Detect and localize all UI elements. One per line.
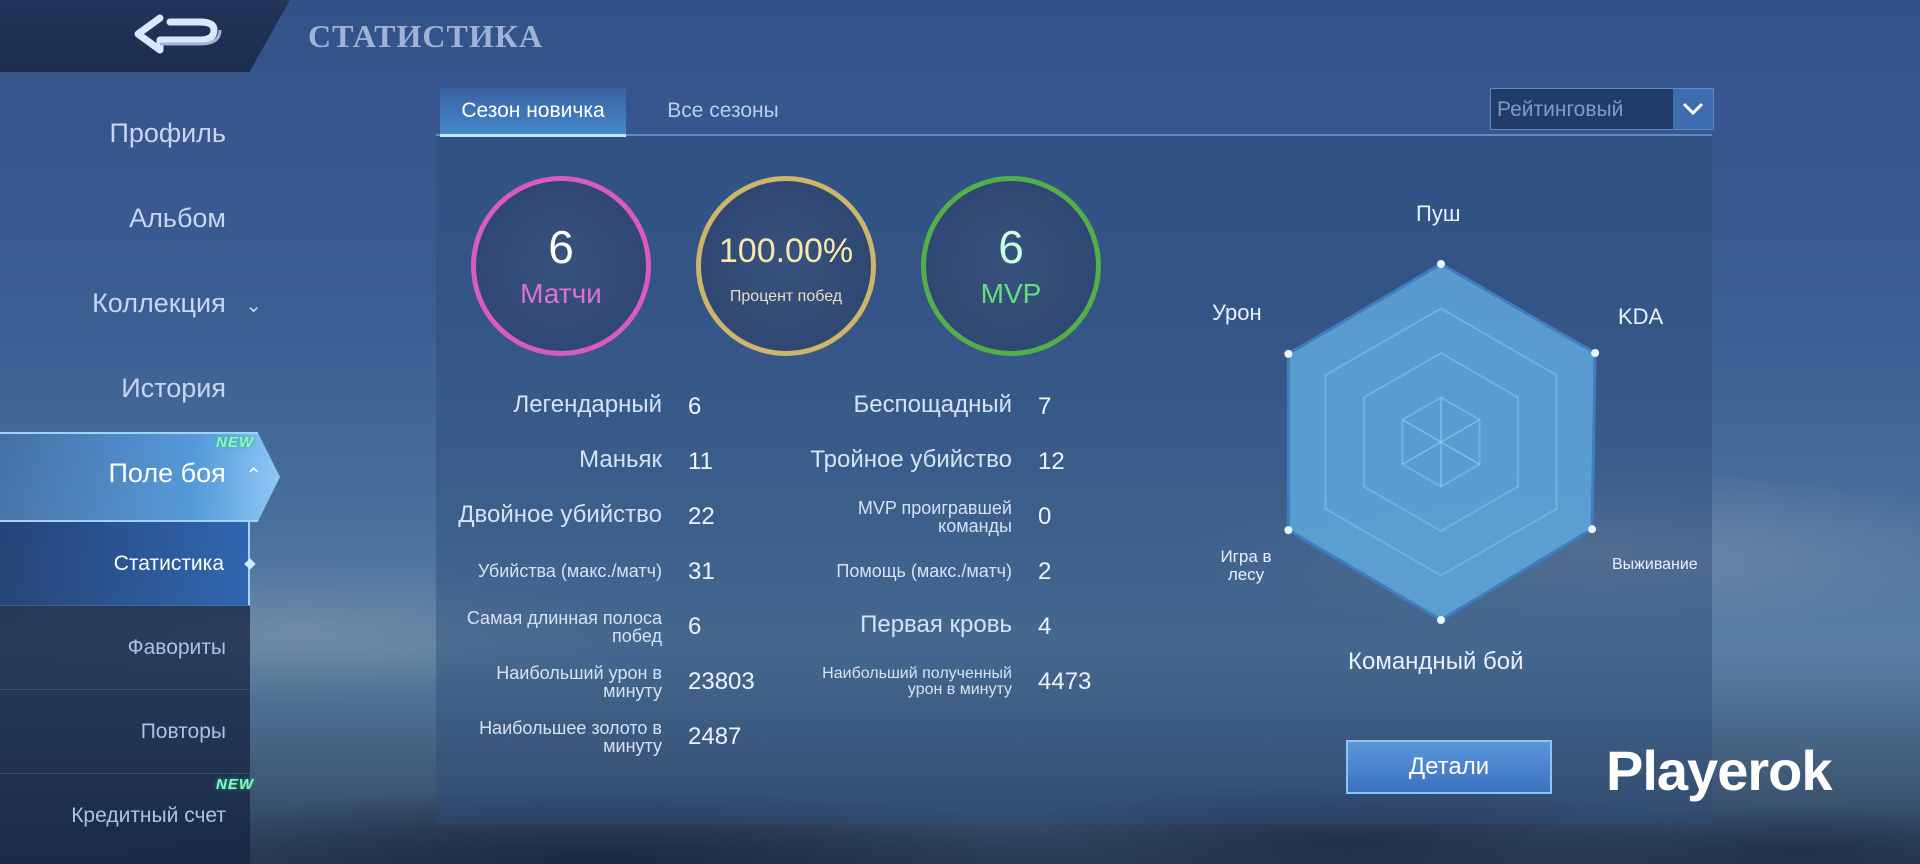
sidebar-item-label: Альбом: [129, 203, 226, 233]
sidebar-item-profile[interactable]: Профиль: [109, 118, 226, 149]
sidebar-item-label: Поле боя: [108, 458, 226, 488]
stat-value-max-gold: 2487: [688, 723, 742, 750]
back-arrow-icon[interactable]: [130, 10, 230, 62]
stat-value-max-assists: 2: [1038, 558, 1052, 585]
stat-value-legendary: 6: [688, 393, 702, 420]
radar-label-survival: Выживание: [1612, 556, 1698, 573]
sidebar-item-history[interactable]: История: [121, 373, 226, 404]
stat-label-win-streak: Самая длинная полоса побед: [466, 608, 662, 646]
mvp-ring: 6 MVP: [921, 176, 1101, 356]
sidebar-subitem-favorites[interactable]: Фавориты: [0, 606, 250, 690]
matches-value: 6: [548, 221, 574, 273]
tab-rookie-season[interactable]: Сезон новичка: [440, 88, 626, 137]
stat-label-double-kill: Двойное убийство: [458, 501, 662, 528]
radar-point: [1284, 349, 1293, 358]
stat-value-losing-mvp: 0: [1038, 503, 1052, 530]
matches-label: Матчи: [520, 278, 602, 309]
chevron-up-icon: ⌃: [245, 465, 262, 487]
stat-label-max-gold: Наибольшее золото в минуту: [479, 718, 662, 756]
tab-label: Сезон новичка: [461, 99, 605, 122]
sidebar-item-battlefield[interactable]: Поле боя ⌃: [109, 458, 262, 489]
tab-all-seasons[interactable]: Все сезоны: [640, 88, 806, 134]
radar-point: [1437, 616, 1445, 624]
stat-label-losing-mvp: MVP проигравшей команды: [857, 498, 1012, 536]
stat-label-savage: Беспощадный: [853, 391, 1012, 418]
mode-select-value: Рейтинговый: [1497, 98, 1624, 121]
mvp-value: 6: [998, 221, 1024, 273]
winrate-ring: 100.00% Процент побед: [696, 176, 876, 356]
stat-label-max-damage-taken: Наибольший полученный урон в минуту: [822, 665, 1012, 698]
new-badge: NEW: [216, 776, 254, 793]
winrate-label: Процент побед: [729, 288, 843, 305]
sidebar-item-collection[interactable]: Коллекция ⌄: [92, 288, 262, 319]
watermark-logo: Playerok: [1606, 739, 1832, 802]
radar-label-kda: KDA: [1618, 304, 1664, 329]
stat-value-triple-kill: 12: [1038, 448, 1065, 475]
stat-value-max-damage-taken: 4473: [1038, 668, 1092, 695]
radar-point: [1284, 526, 1293, 535]
stat-value-maniac: 11: [688, 448, 713, 475]
tabs-divider: [436, 134, 1712, 136]
winrate-value: 100.00%: [718, 232, 854, 270]
stat-label-legendary: Легендарный: [513, 391, 662, 418]
radar-label-teamfight: Командный бой: [1348, 648, 1524, 675]
radar-label-damage: Урон: [1212, 300, 1262, 325]
sidebar-subitem-replays[interactable]: Повторы: [0, 690, 250, 774]
radar-label-push: Пуш: [1416, 201, 1461, 226]
sidebar-item-label: История: [121, 373, 226, 403]
sidebar-item-album[interactable]: Альбом: [129, 203, 226, 234]
radar-point: [1591, 349, 1600, 357]
mode-select[interactable]: Рейтинговый: [1490, 88, 1714, 130]
matches-ring: 6 Матчи: [471, 176, 651, 356]
page-title: СТАТИСТИКА: [308, 18, 544, 54]
stat-label-maniac: Маньяк: [579, 446, 662, 473]
stat-value-max-kills: 31: [688, 558, 715, 585]
sidebar-item-label: Профиль: [109, 118, 226, 148]
details-button[interactable]: Детали: [1346, 740, 1552, 794]
chevron-down-icon: [1673, 89, 1713, 129]
stat-value-double-kill: 22: [688, 503, 715, 530]
sidebar-item-label: Коллекция: [92, 288, 226, 318]
details-button-label: Детали: [1408, 753, 1490, 780]
sidebar-subitem-label: Кредитный счет: [71, 804, 226, 827]
radar-chart: [1284, 260, 1600, 624]
stat-label-max-assists: Помощь (макс./матч): [836, 561, 1012, 581]
radar-label-jungle: Игра в лесу: [1220, 547, 1272, 584]
new-badge: NEW: [216, 434, 254, 451]
stat-label-triple-kill: Тройное убийство: [810, 446, 1012, 473]
stat-label-first-blood: Первая кровь: [860, 611, 1012, 638]
sidebar-subitem-label: Фавориты: [127, 635, 226, 659]
stat-value-savage: 7: [1038, 393, 1052, 420]
stat-value-first-blood: 4: [1038, 613, 1052, 640]
sidebar-subitem-statistics[interactable]: Статистика: [0, 522, 250, 606]
stat-value-win-streak: 6: [688, 613, 702, 640]
sidebar-subitem-credit-score[interactable]: Кредитный счет: [0, 774, 250, 858]
sidebar-subitem-label: Статистика: [113, 551, 224, 575]
radar-point: [1588, 525, 1597, 534]
radar-point: [1437, 260, 1445, 268]
chevron-down-icon: ⌄: [245, 295, 262, 317]
mvp-label: MVP: [980, 278, 1042, 309]
sidebar-subitem-label: Повторы: [140, 719, 226, 743]
tab-label: Все сезоны: [667, 99, 779, 122]
stat-value-max-damage: 23803: [688, 668, 755, 695]
stat-label-max-kills: Убийства (макс./матч): [477, 561, 662, 581]
stat-label-max-damage: Наибольший урон в минуту: [496, 663, 662, 701]
